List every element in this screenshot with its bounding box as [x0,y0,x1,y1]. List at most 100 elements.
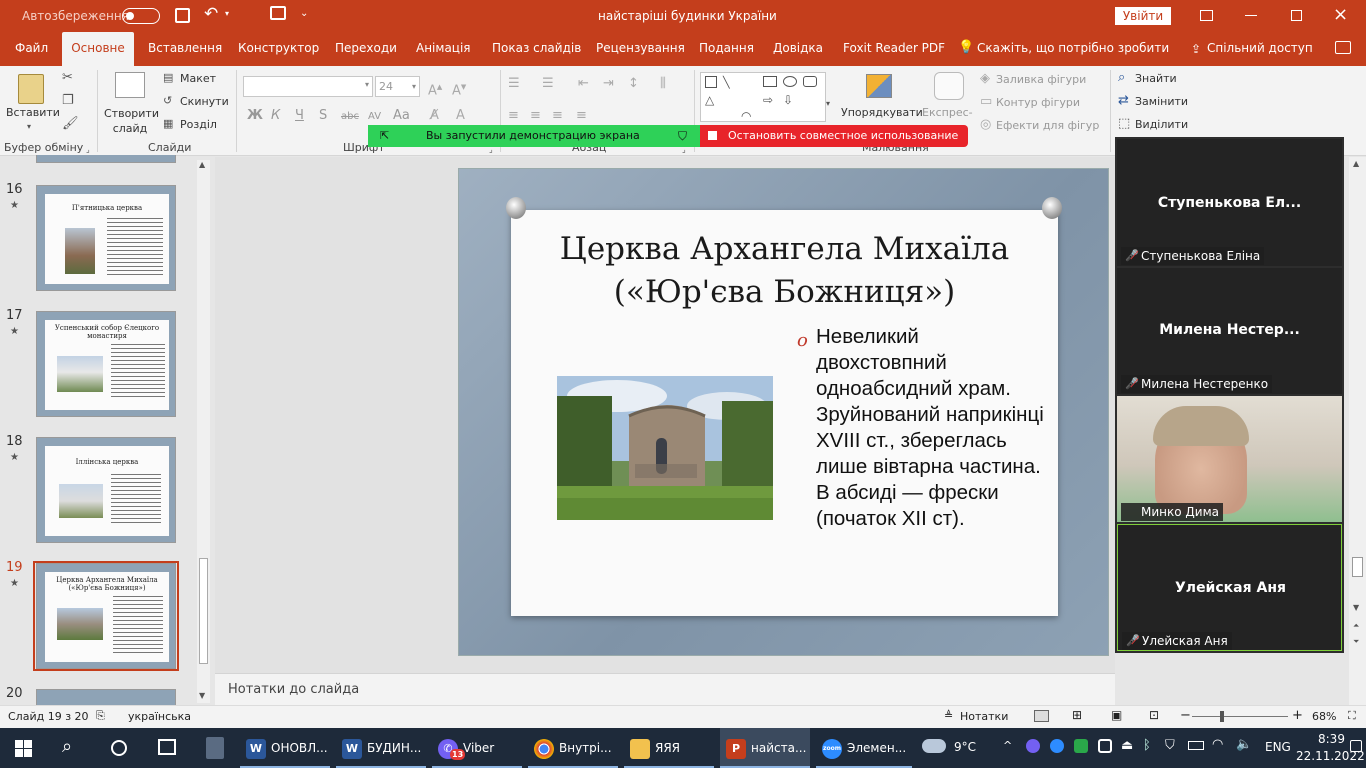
customize-toolbar-icon[interactable]: ⌄ [300,8,308,19]
tab-home[interactable]: Основне [62,32,134,66]
start-slideshow-icon[interactable] [270,6,286,20]
shapes-gallery-more-icon[interactable]: ▾ [826,96,830,112]
align-left-icon[interactable]: ≡ [508,108,519,124]
bold-button[interactable]: Ж [247,108,263,124]
slideshow-view-icon[interactable]: ⊡ [1149,708,1159,722]
format-painter-icon[interactable]: 🖌 [62,116,79,132]
tab-file[interactable]: Файл [15,32,48,66]
undo-icon[interactable]: ↶ [204,4,218,24]
stop-sharing-button[interactable]: Остановить совместное использование [700,125,968,147]
shield-tray-icon[interactable]: ⛉ [1165,738,1175,753]
zoom-level[interactable]: 68% [1312,710,1336,723]
sign-in-button[interactable]: Увійти [1115,7,1171,25]
taskbar-folder[interactable]: ЯЯЯ [624,728,714,768]
participant-tile[interactable]: Ступенькова Ел... 🎤̸ Ступенькова Еліна [1117,139,1342,266]
slide-thumbnail-19[interactable]: Церква Архангела Михаїла («Юр'єва Божниц… [36,563,176,669]
taskbar-viber[interactable]: ✆ 13 Viber [432,728,522,768]
shape-line-icon[interactable]: ╲ [723,76,730,89]
shape-triangle-icon[interactable]: △ [705,93,714,107]
justify-icon[interactable]: ≡ [576,108,587,124]
align-right-icon[interactable]: ≡ [552,108,563,124]
bullets-icon[interactable]: ☰ [508,76,520,92]
taskbar-word-onovl[interactable]: W ОНОВЛ... [240,728,330,768]
select-button[interactable]: Виділити [1135,118,1188,131]
thumbnail-scrollbar[interactable]: ▲ ▼ [197,160,210,703]
teams-tray-icon[interactable] [1074,739,1088,753]
paste-dropdown-icon[interactable]: ▾ [27,122,31,131]
reading-view-icon[interactable]: ▣ [1111,708,1122,722]
cortana-icon[interactable] [111,740,127,756]
paste-button[interactable]: Вставити [6,106,60,119]
layout-button[interactable]: Макет [180,72,216,85]
previous-slide-icon[interactable]: ⏶ [1353,621,1359,631]
slide-vertical-scrollbar[interactable]: ▲ ▼ ⏶ ⏷ [1349,157,1366,705]
quick-styles-button[interactable]: Експрес- [922,106,973,119]
clock-time[interactable]: 8:39 [1318,732,1345,746]
cut-icon[interactable]: ✂ [62,70,73,86]
shape-textbox-icon[interactable] [705,76,717,88]
tell-me-search[interactable]: Скажіть, що потрібно зробити [977,32,1169,66]
font-name-box[interactable]: ▾ [243,76,373,97]
zoom-in-icon[interactable]: + [1292,708,1303,723]
shape-outline-button[interactable]: Контур фігури [996,96,1080,109]
shadow-button[interactable]: S [319,108,327,124]
tab-review[interactable]: Рецензування [596,32,685,66]
align-center-icon[interactable]: ≡ [530,108,541,124]
weather-temperature[interactable]: 9°C [954,740,976,754]
battery-icon[interactable] [1188,741,1204,750]
quick-styles-icon[interactable] [934,72,964,100]
shape-effects-icon[interactable]: ◎ [980,117,991,133]
shape-oval-icon[interactable] [783,76,797,87]
shapes-gallery[interactable]: ╲ △ ⇨ ⇩ ◠ [700,72,826,123]
shape-rounded-rect-icon[interactable] [803,76,817,87]
change-case-button[interactable]: Aa [393,108,410,124]
shape-arrow-icon[interactable]: ⇨ [763,93,773,107]
slide-title[interactable]: Церква Архангела Михаїла («Юр'єва Божниц… [541,228,1028,314]
increase-font-icon[interactable]: A▲ [428,79,442,99]
scroll-up-icon[interactable]: ▲ [1353,159,1359,168]
tab-design[interactable]: Конструктор [238,32,319,66]
scroll-up-icon[interactable]: ▲ [199,160,205,169]
zoom-out-icon[interactable]: − [1180,708,1191,723]
taskbar-zoom[interactable]: zoom Элемен... [816,728,912,768]
select-icon[interactable]: ⬚ [1118,116,1130,132]
close-icon[interactable]: × [1333,4,1348,25]
underline-button[interactable]: Ч [295,108,304,124]
weather-icon[interactable] [922,739,946,753]
find-icon[interactable]: ⌕ [1118,70,1125,86]
shape-curve-icon[interactable]: ◠ [741,109,751,123]
tab-foxit[interactable]: Foxit Reader PDF [843,32,945,66]
shape-effects-button[interactable]: Ефекти для фігур [996,119,1099,132]
tab-view[interactable]: Подання [699,32,754,66]
slide-thumbnail-17[interactable]: Успенський собор Єлецкого монастиря [36,311,176,417]
church-photo[interactable] [557,376,773,520]
notifications-icon[interactable] [1350,740,1362,752]
thumbnail-scroll-thumb[interactable] [199,558,208,664]
font-color-icon[interactable]: A [456,108,465,124]
tab-animations[interactable]: Анімація [416,32,471,66]
slide-thumbnail-20-partial[interactable] [36,689,176,705]
line-spacing-icon[interactable]: ↕ [628,76,639,92]
italic-button[interactable]: К [271,108,280,124]
slide-thumbnail-16[interactable]: П'ятницька церква [36,185,176,291]
tab-slideshow[interactable]: Показ слайдів [492,32,581,66]
font-size-dropdown-icon[interactable]: ▾ [412,77,416,96]
zoom-tray-icon[interactable] [1050,739,1064,753]
shape-rectangle-icon[interactable] [763,76,777,87]
copy-icon[interactable]: ❐ [62,93,74,109]
slide-scroll-thumb[interactable] [1352,557,1363,577]
tab-insert[interactable]: Вставлення [148,32,222,66]
input-language[interactable]: ENG [1265,740,1291,754]
strikethrough-button[interactable]: abc [341,109,359,125]
taskbar-word-budyn[interactable]: W БУДИН... [336,728,426,768]
notes-toggle-button[interactable]: Нотатки [960,710,1008,723]
undo-dropdown-icon[interactable]: ▾ [225,9,229,18]
new-slide-button[interactable]: Створити слайд [104,106,159,136]
fit-slide-icon[interactable]: ⛶ [1348,709,1356,723]
shape-outline-icon[interactable]: ▭ [980,94,992,110]
wifi-icon[interactable]: ◠ [1212,737,1223,752]
task-view-icon[interactable] [158,739,176,755]
share-button[interactable]: Спільний доступ [1207,32,1313,66]
section-button[interactable]: Розділ [180,118,217,131]
font-name-dropdown-icon[interactable]: ▾ [365,80,369,89]
